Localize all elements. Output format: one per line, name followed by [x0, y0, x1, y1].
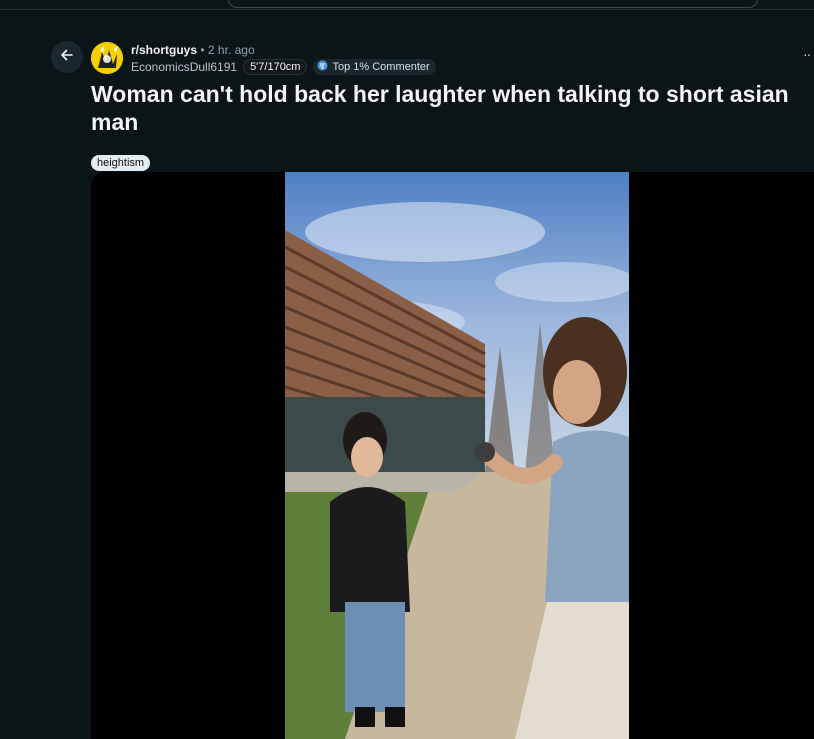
- post-time: 2 hr. ago: [207, 43, 255, 57]
- post-meta-line: r/shortguys • 2 hr. ago: [131, 43, 255, 57]
- author-link[interactable]: EconomicsDull6191: [131, 60, 237, 74]
- back-button[interactable]: [51, 41, 83, 73]
- more-horizontal-icon: ··: [803, 46, 811, 62]
- video-frame[interactable]: [285, 172, 629, 739]
- meta-separator: •: [200, 43, 205, 57]
- search-bar[interactable]: [228, 0, 758, 8]
- video-player[interactable]: [91, 172, 814, 739]
- more-options-button[interactable]: ··: [803, 46, 811, 62]
- post-flair-tag[interactable]: heightism: [91, 155, 151, 171]
- post-title: Woman can't hold back her laughter when …: [91, 81, 789, 135]
- video-thumbnail: [285, 172, 629, 739]
- subreddit-avatar[interactable]: [91, 42, 123, 74]
- commenter-badge[interactable]: Top 1% Commenter: [313, 59, 436, 75]
- subreddit-link[interactable]: r/shortguys: [131, 43, 197, 57]
- commenter-badge-label: Top 1% Commenter: [332, 61, 430, 73]
- arrow-left-icon: [59, 47, 75, 68]
- commenter-badge-icon: [317, 60, 328, 74]
- author-flair: 5'7/170cm: [243, 59, 308, 75]
- author-line: EconomicsDull6191 5'7/170cm Top 1% Comme…: [131, 59, 436, 75]
- top-navigation-bar: [0, 0, 814, 10]
